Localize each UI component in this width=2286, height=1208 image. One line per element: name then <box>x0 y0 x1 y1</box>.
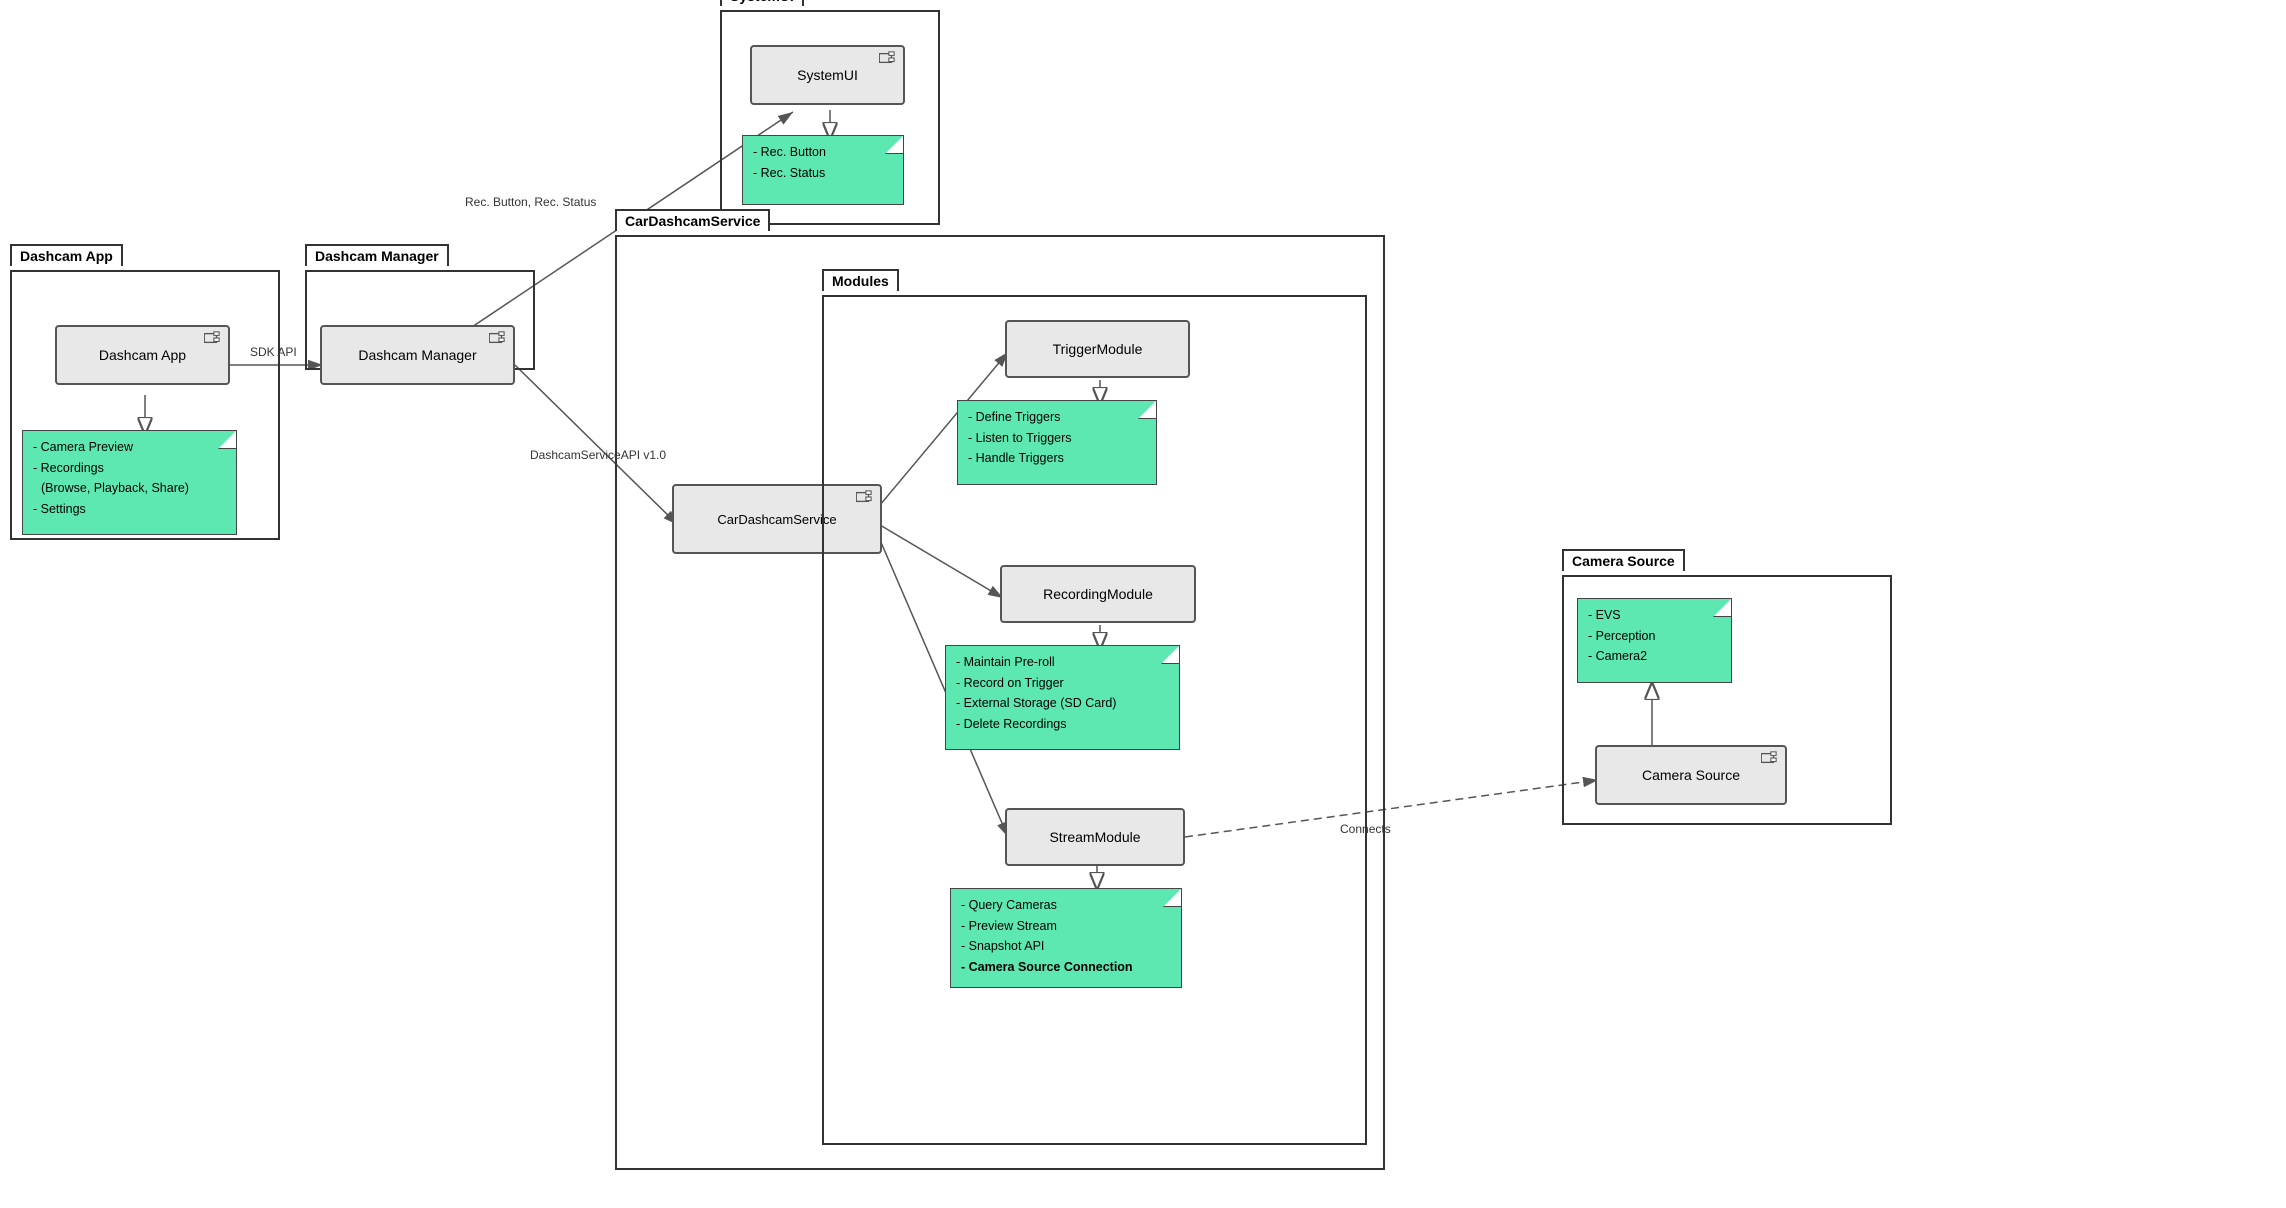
trigger-module-label: TriggerModule <box>1053 341 1143 357</box>
component-icon-manager <box>489 331 507 345</box>
dashcam-manager-label: Dashcam Manager <box>358 347 476 363</box>
stream-note-line3: - Snapshot API <box>961 936 1171 957</box>
camera-source-note: - EVS - Perception - Camera2 <box>1577 598 1732 683</box>
systemui-component: SystemUI <box>750 45 905 105</box>
stream-module-note: - Query Cameras - Preview Stream - Snaps… <box>950 888 1182 988</box>
dashcam-app-note-line2: - Recordings <box>33 458 226 479</box>
stream-module-component: StreamModule <box>1005 808 1185 866</box>
dashcam-app-note: - Camera Preview - Recordings (Browse, P… <box>22 430 237 535</box>
trigger-module-note: - Define Triggers - Listen to Triggers -… <box>957 400 1157 485</box>
systemui-note: - Rec. Button - Rec. Status <box>742 135 904 205</box>
recording-note-line2: - Record on Trigger <box>956 673 1169 694</box>
stream-note-line4: - Camera Source Connection <box>961 957 1171 978</box>
dashcam-app-package-label: Dashcam App <box>10 244 123 266</box>
stream-module-label: StreamModule <box>1049 829 1140 845</box>
dashcam-app-note-line1: - Camera Preview <box>33 437 226 458</box>
systemui-label: SystemUI <box>797 67 858 83</box>
trigger-module-component: TriggerModule <box>1005 320 1190 378</box>
car-dashcam-service-comp-label: CarDashcamService <box>717 512 836 527</box>
systemui-note-line2: - Rec. Status <box>753 163 893 184</box>
modules-package-label: Modules <box>822 269 899 291</box>
trigger-note-line2: - Listen to Triggers <box>968 428 1146 449</box>
component-icon-sysui <box>879 51 897 65</box>
camera-source-component: Camera Source <box>1595 745 1787 805</box>
recording-note-line1: - Maintain Pre-roll <box>956 652 1169 673</box>
component-icon <box>204 331 222 345</box>
dashcam-manager-package-label: Dashcam Manager <box>305 244 449 266</box>
component-icon-cs <box>1761 751 1779 765</box>
camera-source-note-line3: - Camera2 <box>1588 646 1721 667</box>
camera-source-note-line1: - EVS <box>1588 605 1721 626</box>
stream-note-line2: - Preview Stream <box>961 916 1171 937</box>
camera-source-comp-label: Camera Source <box>1642 767 1740 783</box>
systemui-note-line1: - Rec. Button <box>753 142 893 163</box>
recording-note-line3: - External Storage (SD Card) <box>956 693 1169 714</box>
dashcam-app-note-line3: (Browse, Playback, Share) <box>33 478 226 499</box>
trigger-note-line3: - Handle Triggers <box>968 448 1146 469</box>
diagram-container: SDK API Rec. Button, Rec. Status Dashcam… <box>0 0 2286 1208</box>
recording-module-component: RecordingModule <box>1000 565 1196 623</box>
dashcam-manager-component: Dashcam Manager <box>320 325 515 385</box>
recording-note-line4: - Delete Recordings <box>956 714 1169 735</box>
camera-source-package-label: Camera Source <box>1562 549 1685 571</box>
trigger-note-line1: - Define Triggers <box>968 407 1146 428</box>
systemui-package-label: SystemUI <box>720 0 804 6</box>
dashcam-app-component-label: Dashcam App <box>99 347 186 363</box>
stream-note-line1: - Query Cameras <box>961 895 1171 916</box>
recording-module-label: RecordingModule <box>1043 586 1153 602</box>
camera-source-note-line2: - Perception <box>1588 626 1721 647</box>
car-dashcam-service-label: CarDashcamService <box>615 209 770 231</box>
recording-module-note: - Maintain Pre-roll - Record on Trigger … <box>945 645 1180 750</box>
rec-button-status-label: Rec. Button, Rec. Status <box>465 195 596 209</box>
dashcam-app-component: Dashcam App <box>55 325 230 385</box>
dashcam-app-note-line4: - Settings <box>33 499 226 520</box>
